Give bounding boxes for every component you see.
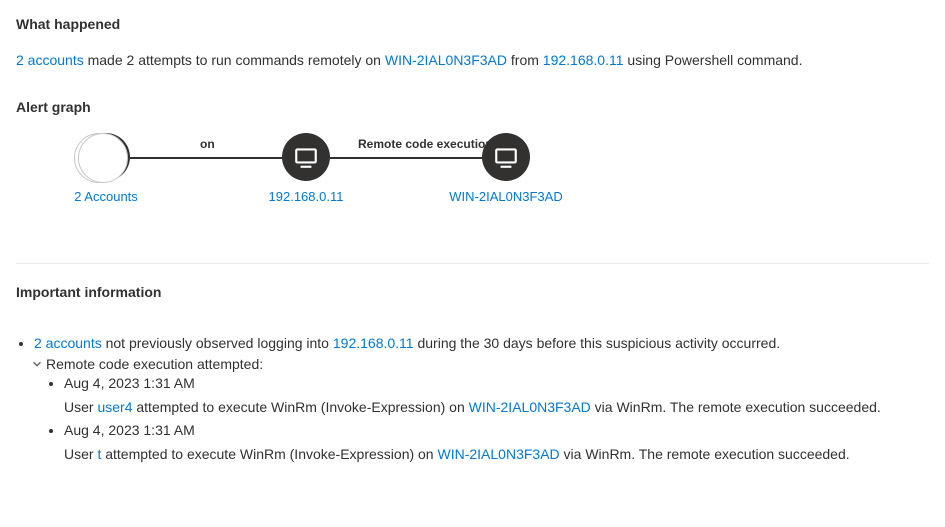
info-text-logging: not previously observed logging into	[102, 335, 333, 351]
event-pre-host: attempted to execute WinRm (Invoke-Expre…	[101, 446, 437, 462]
info-accounts-link[interactable]: 2 accounts	[34, 335, 102, 351]
accounts-link[interactable]: 2 accounts	[16, 52, 84, 68]
rce-expander[interactable]: Remote code execution attempted:	[30, 356, 929, 372]
graph-edge-on	[130, 157, 290, 159]
event-post: via WinRm. The remote execution succeede…	[560, 446, 850, 462]
important-info-list: 2 accounts not previously observed loggi…	[34, 332, 929, 356]
info-item-accounts: 2 accounts not previously observed loggi…	[34, 332, 929, 356]
list-item: Aug 4, 2023 1:31 AM User user4 attempted…	[64, 372, 929, 420]
desc-text-3: using Powershell command.	[624, 52, 803, 68]
graph-node-accounts-label[interactable]: 2 Accounts	[46, 189, 166, 204]
info-text-during: during the 30 days before this suspiciou…	[414, 335, 781, 351]
chevron-down-icon	[30, 357, 44, 371]
what-happened-title: What happened	[16, 16, 929, 32]
user-icon	[82, 133, 130, 181]
event-user-link[interactable]: user4	[97, 399, 132, 415]
target-host-link[interactable]: WIN-2IAL0N3F3AD	[385, 52, 507, 68]
desc-text-2: from	[507, 52, 543, 68]
event-detail: User t attempted to execute WinRm (Invok…	[64, 443, 929, 467]
event-detail: User user4 attempted to execute WinRm (I…	[64, 396, 929, 420]
alert-graph: on Remote code execution 2 Accounts 192.…	[56, 133, 929, 233]
event-pre-user: User	[64, 399, 97, 415]
computer-icon	[282, 133, 330, 181]
event-timestamp: Aug 4, 2023 1:31 AM	[64, 375, 195, 391]
rce-attempted-label: Remote code execution attempted:	[46, 356, 263, 372]
event-timestamp: Aug 4, 2023 1:31 AM	[64, 422, 195, 438]
graph-node-host-label[interactable]: WIN-2IAL0N3F3AD	[446, 189, 566, 204]
event-host-link[interactable]: WIN-2IAL0N3F3AD	[438, 446, 560, 462]
section-divider	[16, 263, 929, 264]
important-info-title: Important information	[16, 284, 929, 300]
rce-events-list: Aug 4, 2023 1:31 AM User user4 attempted…	[64, 372, 929, 467]
what-happened-description: 2 accounts made 2 attempts to run comman…	[16, 50, 929, 71]
event-host-link[interactable]: WIN-2IAL0N3F3AD	[469, 399, 591, 415]
desc-text-1: made 2 attempts to run commands remotely…	[84, 52, 385, 68]
info-ip-link[interactable]: 192.168.0.11	[333, 335, 414, 351]
event-post: via WinRm. The remote execution succeede…	[591, 399, 881, 415]
computer-icon	[482, 133, 530, 181]
graph-node-ip[interactable]: 192.168.0.11	[246, 133, 366, 204]
list-item: Aug 4, 2023 1:31 AM User t attempted to …	[64, 419, 929, 467]
graph-edge-rce-label: Remote code execution	[354, 137, 497, 151]
alert-graph-title: Alert graph	[16, 99, 929, 115]
event-pre-user: User	[64, 446, 97, 462]
source-ip-link[interactable]: 192.168.0.11	[543, 52, 624, 68]
graph-edge-on-label: on	[196, 137, 219, 151]
graph-edge-rce	[330, 157, 490, 159]
event-pre-host: attempted to execute WinRm (Invoke-Expre…	[132, 399, 468, 415]
graph-node-ip-label[interactable]: 192.168.0.11	[246, 189, 366, 204]
graph-node-accounts[interactable]: 2 Accounts	[46, 133, 166, 204]
